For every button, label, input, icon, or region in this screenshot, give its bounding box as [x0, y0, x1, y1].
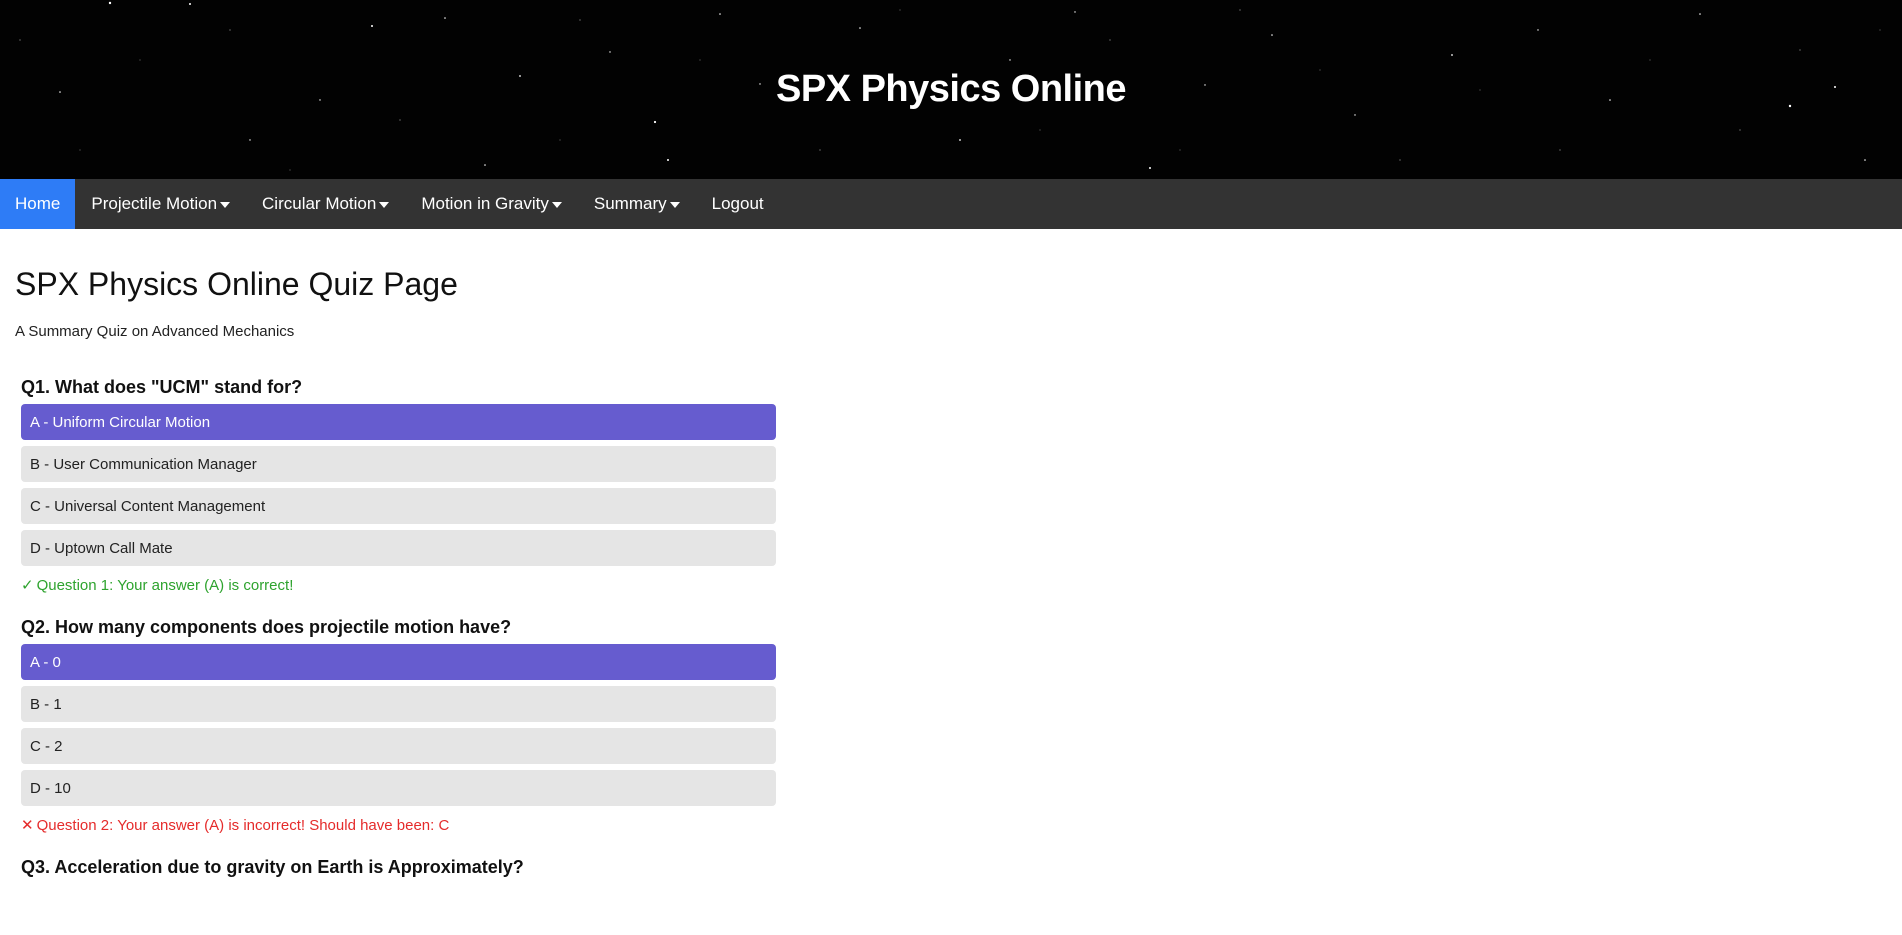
- nav-motion-in-gravity-label: Motion in Gravity: [421, 194, 549, 213]
- nav-summary-label: Summary: [593, 194, 667, 213]
- feedback-text: Question 1: Your answer (A) is correct!: [36, 576, 294, 594]
- caret-down-icon: [551, 202, 562, 208]
- page-title: SPX Physics Online Quiz Page: [15, 266, 458, 302]
- caret-down-icon: [220, 202, 231, 208]
- check-icon: ✓: [21, 577, 34, 595]
- question-1: Q1. What does "UCM" stand for? A - Unifo…: [21, 376, 776, 594]
- nav-summary[interactable]: Summary: [578, 179, 696, 229]
- answer-option-c[interactable]: C - 2: [21, 728, 776, 765]
- answer-feedback: ✓ Question 1: Your answer (A) is correct…: [21, 576, 776, 595]
- nav-home-label: Home: [15, 194, 61, 213]
- nav-logout-label: Logout: [711, 194, 764, 213]
- feedback-text: Question 2: Your answer (A) is incorrect…: [36, 816, 450, 834]
- nav-logout[interactable]: Logout: [696, 179, 780, 229]
- site-title: SPX Physics Online: [775, 68, 1127, 110]
- answer-option-d[interactable]: D - 10: [21, 770, 776, 807]
- main-navbar: Home Projectile Motion Circular Motion M…: [0, 179, 1902, 229]
- nav-home[interactable]: Home: [0, 179, 76, 229]
- page-subtitle: A Summary Quiz on Advanced Mechanics: [15, 323, 295, 341]
- answer-option-c[interactable]: C - Universal Content Management: [21, 488, 776, 525]
- site-header: SPX Physics Online: [0, 0, 1902, 179]
- caret-down-icon: [379, 202, 390, 208]
- caret-down-icon: [669, 202, 680, 208]
- quiz-container: Q1. What does "UCM" stand for? A - Unifo…: [15, 376, 776, 878]
- answer-feedback: ✕ Question 2: Your answer (A) is incorre…: [21, 816, 776, 835]
- nav-circular-motion-label: Circular Motion: [262, 194, 377, 213]
- answer-option-b[interactable]: B - 1: [21, 686, 776, 723]
- question-3: Q3. Acceleration due to gravity on Earth…: [21, 856, 776, 878]
- nav-circular-motion[interactable]: Circular Motion: [246, 179, 405, 229]
- nav-projectile-motion[interactable]: Projectile Motion: [75, 179, 246, 229]
- main-content: SPX Physics Online Quiz Page A Summary Q…: [0, 265, 1902, 878]
- question-text: Q3. Acceleration due to gravity on Earth…: [21, 857, 524, 878]
- answer-option-a[interactable]: A - Uniform Circular Motion: [21, 404, 776, 441]
- question-text: Q1. What does "UCM" stand for?: [21, 377, 303, 398]
- answer-option-a[interactable]: A - 0: [21, 644, 776, 681]
- answer-option-b[interactable]: B - User Communication Manager: [21, 446, 776, 483]
- question-2: Q2. How many components does projectile …: [21, 616, 776, 834]
- question-text: Q2. How many components does projectile …: [21, 617, 512, 638]
- nav-motion-in-gravity[interactable]: Motion in Gravity: [405, 179, 578, 229]
- nav-projectile-motion-label: Projectile Motion: [91, 194, 218, 213]
- cross-icon: ✕: [21, 817, 34, 835]
- answer-option-d[interactable]: D - Uptown Call Mate: [21, 530, 776, 567]
